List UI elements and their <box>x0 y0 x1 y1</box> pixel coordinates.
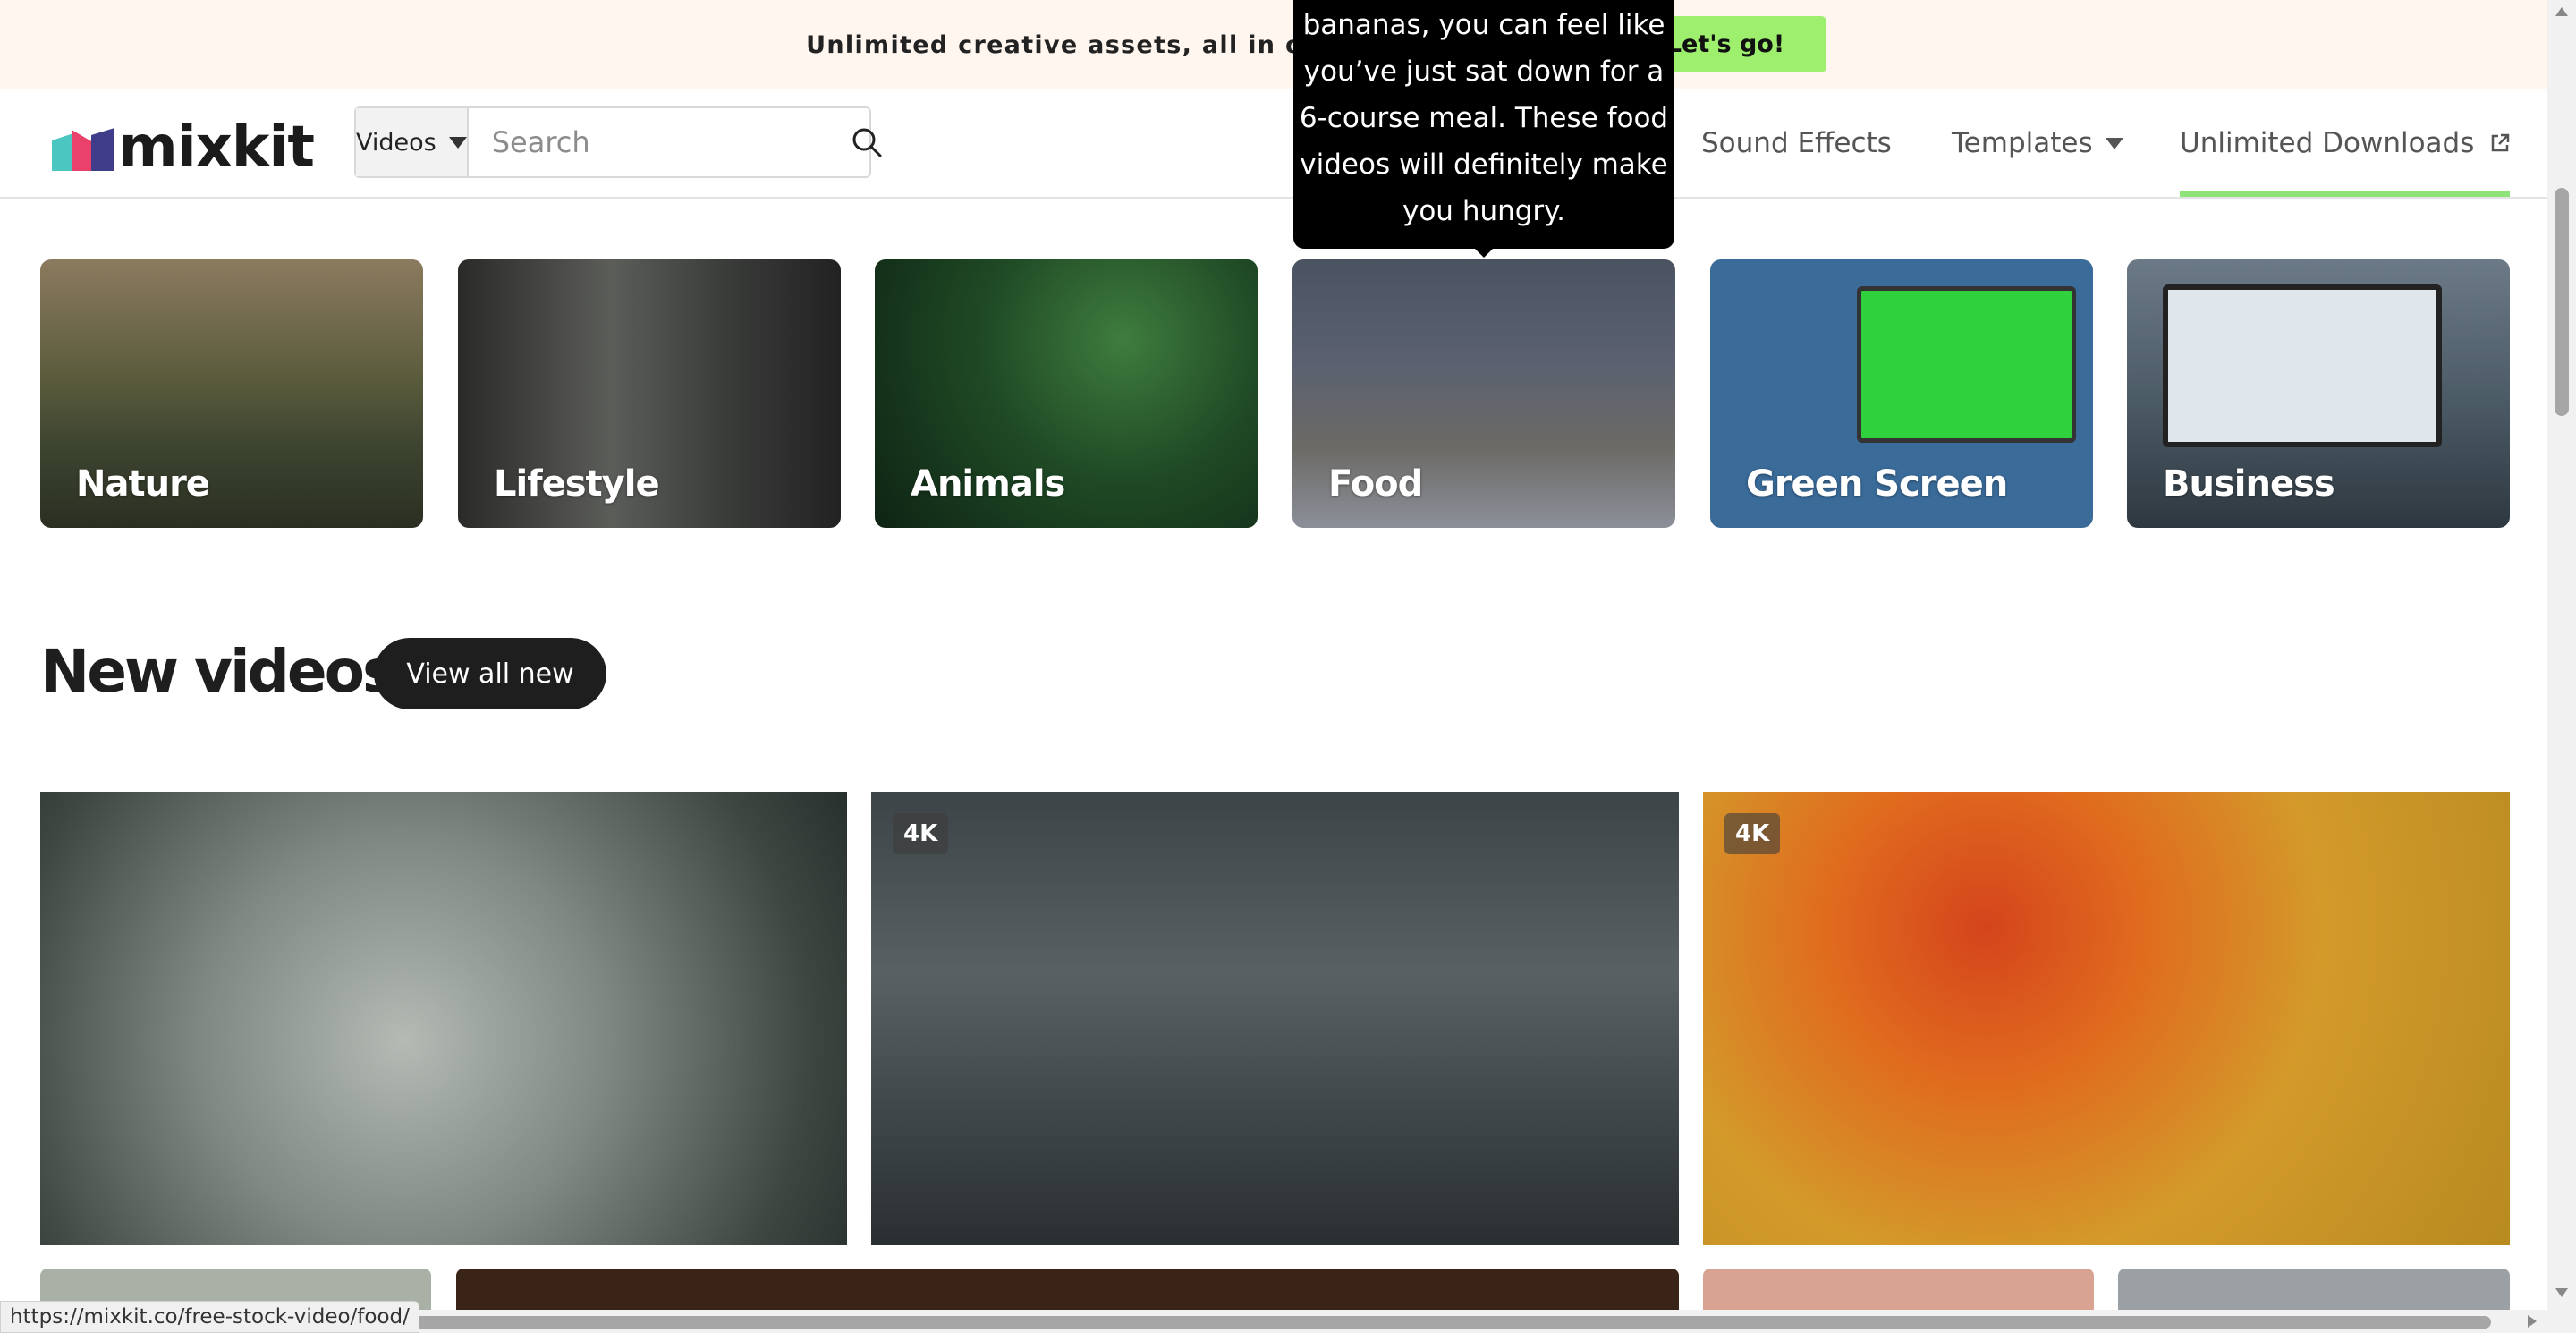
category-animals[interactable]: Animals <box>875 259 1258 528</box>
video-card-partial[interactable] <box>1703 1269 2094 1313</box>
view-all-new-button[interactable]: View all new <box>374 638 606 709</box>
tooltip-line: bananas, you can feel like <box>1302 9 1665 41</box>
tooltip-line: videos will definitely make <box>1300 149 1668 181</box>
search-bar: Videos <box>354 106 882 178</box>
logo-icon <box>52 128 114 171</box>
category-business[interactable]: Business <box>2127 259 2510 528</box>
status-bar-url: https://mixkit.co/free-stock-video/food/ <box>0 1301 419 1333</box>
logo-text: mixkit <box>118 115 315 181</box>
tooltip-line: you’ve just sat down for a <box>1303 55 1665 88</box>
green-screen-laptop <box>1857 286 2076 443</box>
category-lifestyle[interactable]: Lifestyle <box>458 259 841 528</box>
category-green-screen[interactable]: Green Screen <box>1710 259 2093 528</box>
scroll-right-arrow-icon[interactable] <box>2528 1315 2537 1328</box>
caret-down-icon <box>2105 137 2123 149</box>
business-laptop-screen <box>2163 284 2442 447</box>
category-label: Animals <box>911 463 1065 505</box>
mixkit-logo[interactable]: mixkit <box>52 115 315 181</box>
promo-banner: Unlimited creative assets, all in one pl… <box>0 0 2547 89</box>
section-title: New videos <box>40 637 397 706</box>
search-type-label: Videos <box>356 128 436 157</box>
category-label: Food <box>1328 463 1423 505</box>
search-input[interactable] <box>468 108 851 176</box>
tooltip-arrow <box>1473 247 1495 258</box>
nav-templates[interactable]: Templates <box>1952 89 2123 197</box>
category-tooltip: bananas, you can feel like you’ve just s… <box>1293 0 1674 249</box>
vertical-scrollbar-thumb[interactable] <box>2555 188 2569 416</box>
caret-down-icon <box>448 136 467 149</box>
category-nature[interactable]: Nature <box>40 259 423 528</box>
horizontal-scrollbar-thumb[interactable] <box>402 1316 2491 1329</box>
tooltip-line: 6-course meal. These food <box>1299 102 1669 134</box>
vertical-scrollbar[interactable] <box>2547 0 2576 1333</box>
search-type-select[interactable]: Videos <box>356 108 469 176</box>
category-label: Green Screen <box>1746 463 2008 505</box>
nav-sound-effects[interactable]: Sound Effects <box>1701 89 1892 197</box>
badge-4k: 4K <box>1724 813 1781 854</box>
video-card-tulips[interactable]: 4K <box>1703 792 2510 1245</box>
search-button[interactable] <box>851 108 883 176</box>
external-link-icon <box>2492 133 2510 152</box>
site-header: mixkit Videos Sound Effects Templates Un… <box>0 89 2547 199</box>
nav-unlimited-downloads[interactable]: Unlimited Downloads <box>2180 89 2511 197</box>
video-card-partial[interactable] <box>456 1269 1679 1313</box>
category-label: Nature <box>76 463 210 505</box>
badge-4k: 4K <box>893 813 949 854</box>
nav-templates-label: Templates <box>1952 127 2093 159</box>
category-label: Lifestyle <box>494 463 660 505</box>
nav-unlimited-label: Unlimited Downloads <box>2180 127 2475 159</box>
category-label: Business <box>2163 463 2335 505</box>
search-icon <box>852 128 882 157</box>
scroll-up-arrow-icon[interactable] <box>2555 7 2568 16</box>
tooltip-line: you hungry. <box>1402 195 1565 227</box>
video-card-dollar[interactable] <box>40 792 847 1245</box>
video-card-partial[interactable] <box>2118 1269 2510 1313</box>
video-card-gym[interactable]: 4K <box>871 792 1679 1245</box>
scroll-down-arrow-icon[interactable] <box>2555 1288 2568 1297</box>
category-food[interactable]: Food <box>1292 259 1675 528</box>
